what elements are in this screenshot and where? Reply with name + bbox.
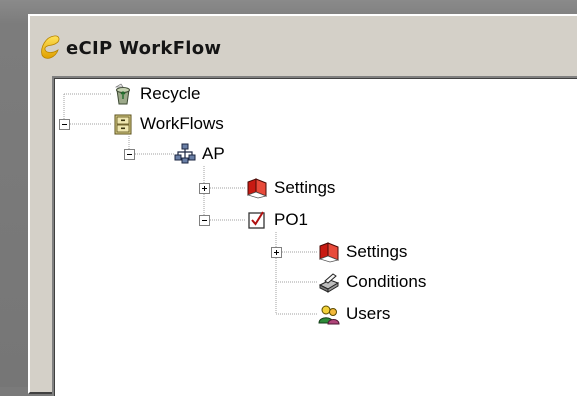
workflow-tree[interactable]: Recycle WorkFlows AP Settings PO1 Settin…	[52, 76, 577, 396]
tree-node-po1-settings[interactable]: Settings	[318, 240, 407, 264]
expand-po1-settings-toggle[interactable]	[271, 247, 282, 258]
users-icon	[318, 305, 340, 325]
network-icon	[174, 143, 196, 164]
checkbox-icon	[248, 211, 265, 229]
tree-node-label: Settings	[274, 178, 336, 197]
expand-ap-settings-toggle[interactable]	[199, 183, 210, 194]
minus-icon	[62, 124, 67, 125]
tree-node-workflows[interactable]: WorkFlows	[112, 112, 224, 136]
tree-node-ap-settings[interactable]: Settings	[246, 176, 335, 200]
application-window: eCIP WorkFlow Recycle WorkFlows AP Setti…	[28, 14, 577, 396]
tree-node-label: Users	[346, 304, 391, 323]
title-bar[interactable]: eCIP WorkFlow	[38, 32, 221, 64]
recycle-bin-icon	[114, 83, 130, 105]
collapse-po1-toggle[interactable]	[199, 215, 210, 226]
collapse-ap-toggle[interactable]	[124, 149, 135, 160]
plus-icon	[202, 186, 207, 191]
settings-book-icon	[246, 178, 268, 199]
plus-icon	[274, 250, 279, 255]
tree-node-conditions[interactable]: Conditions	[318, 270, 426, 294]
tree-node-label: WorkFlows	[140, 114, 224, 133]
tree-node-users[interactable]: Users	[318, 302, 390, 326]
tree-node-ap[interactable]: AP	[174, 142, 225, 166]
tree-node-label: Recycle	[140, 84, 201, 103]
ecip-logo-icon	[41, 35, 60, 59]
tree-node-label: Settings	[346, 242, 408, 261]
tree-node-label: PO1	[274, 210, 309, 229]
conditions-icon	[318, 273, 340, 293]
tree-node-recycle[interactable]: Recycle	[112, 82, 200, 106]
tree-node-label: AP	[202, 144, 225, 163]
collapse-workflows-toggle[interactable]	[59, 119, 70, 130]
minus-icon	[127, 154, 132, 155]
window-title: eCIP WorkFlow	[66, 37, 222, 59]
minus-icon	[202, 220, 207, 221]
tree-node-label: Conditions	[346, 272, 427, 291]
tree-node-po1[interactable]: PO1	[246, 208, 308, 232]
settings-book-icon	[318, 242, 340, 263]
file-cabinet-icon	[114, 114, 132, 135]
